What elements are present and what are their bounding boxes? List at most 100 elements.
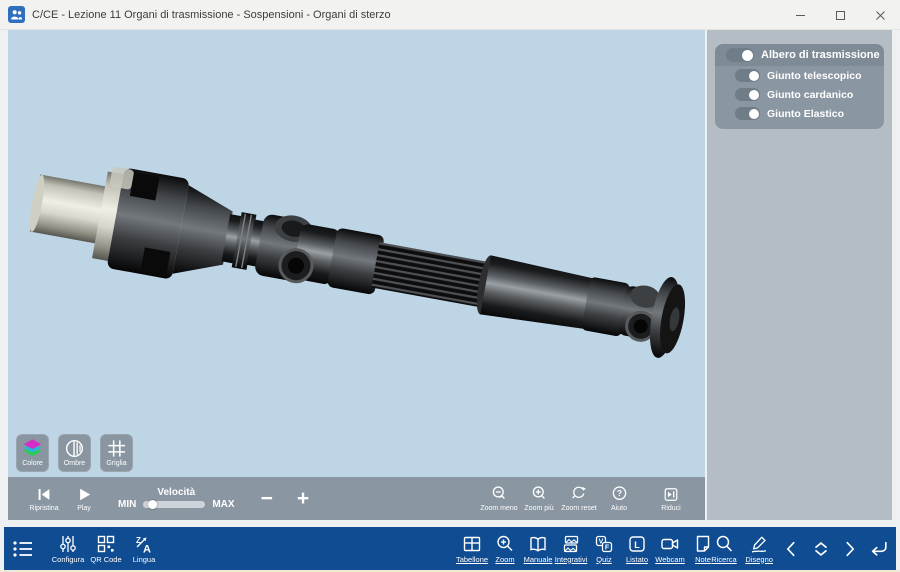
- zoom-reset-icon: [570, 485, 589, 503]
- layers-panel: Albero di trasmissione Giunto telescopic…: [715, 44, 884, 129]
- albero-di-trasmissione-toggle[interactable]: [726, 48, 754, 62]
- manual-label: Manuale: [524, 555, 553, 564]
- toolbar-right-group: Ricerca Disegno: [708, 527, 892, 570]
- play-button-label: Play: [77, 505, 91, 512]
- layers-color-icon: [20, 438, 45, 459]
- layer-row-giunto-cardanico[interactable]: Giunto cardanico: [715, 85, 884, 104]
- board-window-icon: [462, 534, 482, 554]
- speed-title: Velocità: [157, 487, 195, 498]
- quiz-button[interactable]: V F Quiz: [588, 534, 620, 564]
- extras-button[interactable]: Integrativi: [555, 534, 587, 564]
- restore-button[interactable]: Ripristina: [24, 486, 64, 512]
- color-button[interactable]: Colore: [16, 434, 49, 472]
- listing-icon: L: [627, 534, 647, 554]
- shadows-button-label: Ombre: [64, 460, 85, 467]
- layers-panel-header[interactable]: Albero di trasmissione: [715, 44, 884, 66]
- reduce-button[interactable]: Riduci: [653, 486, 689, 512]
- configure-label: Configura: [52, 555, 85, 564]
- previous-button[interactable]: [778, 527, 804, 570]
- speed-slider[interactable]: [143, 501, 205, 508]
- qr-code-label: QR Code: [90, 555, 121, 564]
- listing-button[interactable]: L Listato: [621, 534, 653, 564]
- collapse-toolbar-button[interactable]: [808, 527, 834, 570]
- menu-button[interactable]: [10, 527, 36, 570]
- webcam-label: Webcam: [655, 555, 684, 564]
- search-button[interactable]: Ricerca: [708, 534, 740, 564]
- zoom-reset-button[interactable]: Zoom reset: [561, 485, 597, 512]
- pen-drawing-icon: [749, 534, 769, 554]
- grid-icon: [105, 438, 128, 459]
- manual-button[interactable]: Manuale: [522, 534, 554, 564]
- qr-code-button[interactable]: QR Code: [90, 534, 122, 564]
- language-label: Lingua: [133, 555, 156, 564]
- sliders-icon: [58, 534, 78, 554]
- zoom-in-icon: [530, 485, 549, 503]
- zoom-out-label: Zoom meno: [480, 505, 517, 512]
- help-button-label: Aiuto: [611, 505, 627, 512]
- play-icon: [75, 486, 93, 503]
- toolbar-center-group: Tabellone Zoom Manuale: [456, 527, 719, 570]
- grid-button[interactable]: Griglia: [100, 434, 133, 472]
- zoom-out-button[interactable]: Zoom meno: [481, 485, 517, 512]
- color-button-label: Colore: [22, 460, 43, 467]
- search-icon: [714, 534, 734, 554]
- title-bar: C/CE - Lezione 11 Organi di trasmissione…: [0, 0, 900, 30]
- giunto-telescopico-toggle[interactable]: [735, 69, 760, 82]
- zoom-in-label: Zoom più: [524, 505, 553, 512]
- shadows-button[interactable]: Ombre: [58, 434, 91, 472]
- drawing-label: Disegno: [745, 555, 773, 564]
- zoom-reset-label: Zoom reset: [561, 505, 596, 512]
- webcam-icon: [660, 534, 680, 554]
- zoom-in-button[interactable]: Zoom più: [521, 485, 557, 512]
- language-button[interactable]: Z A Lingua: [128, 534, 160, 564]
- configure-button[interactable]: Configura: [52, 534, 84, 564]
- magnifier-plus-icon: [495, 534, 515, 554]
- open-book-icon: [528, 534, 548, 554]
- app-window: C/CE - Lezione 11 Organi di trasmissione…: [0, 0, 900, 572]
- next-button[interactable]: [837, 527, 863, 570]
- expand-vertical-icon: [811, 539, 831, 559]
- layer-row-giunto-telescopico[interactable]: Giunto telescopico: [715, 66, 884, 85]
- translate-icon: Z A: [134, 534, 154, 554]
- chevron-left-icon: [782, 539, 800, 559]
- svg-text:A: A: [143, 543, 151, 554]
- minimize-button[interactable]: [780, 0, 820, 30]
- maximize-button[interactable]: [820, 0, 860, 30]
- play-button[interactable]: Play: [64, 486, 104, 512]
- drawing-button[interactable]: Disegno: [743, 534, 775, 564]
- board-label: Tabellone: [456, 555, 488, 564]
- help-button[interactable]: ? Aiuto: [601, 485, 637, 512]
- toolbar-left-group: Configura QR Code Z A L: [10, 527, 160, 570]
- grid-button-label: Griglia: [106, 460, 126, 467]
- giunto-cardanico-toggle[interactable]: [735, 88, 760, 101]
- webcam-button[interactable]: Webcam: [654, 534, 686, 564]
- giunto-elastico-toggle[interactable]: [735, 107, 760, 120]
- board-button[interactable]: Tabellone: [456, 534, 488, 564]
- app-logo-icon: [8, 6, 25, 23]
- chevron-right-icon: [841, 539, 859, 559]
- layer-row-giunto-elastico[interactable]: Giunto Elastico: [715, 104, 884, 123]
- window-title: C/CE - Lezione 11 Organi di trasmissione…: [32, 9, 391, 21]
- close-button[interactable]: [860, 0, 900, 30]
- viewport-display-options: Colore Ombre Griglia: [16, 434, 133, 472]
- back-button[interactable]: [866, 527, 892, 570]
- giunto-telescopico-label: Giunto telescopico: [767, 70, 862, 82]
- shading-sphere-icon: [63, 438, 86, 459]
- extras-label: Integrativi: [555, 555, 588, 564]
- skip-to-start-icon: [35, 486, 53, 503]
- right-sidebar: Albero di trasmissione Giunto telescopic…: [707, 30, 892, 520]
- layers-panel-title: Albero di trasmissione: [761, 49, 880, 61]
- zoom-tool-button[interactable]: Zoom: [489, 534, 521, 564]
- 3d-viewport[interactable]: Colore Ombre Griglia: [8, 30, 705, 477]
- speed-slider-knob[interactable]: [148, 500, 157, 509]
- speed-max-label: MAX: [212, 499, 234, 510]
- giunto-cardanico-label: Giunto cardanico: [767, 89, 853, 101]
- speed-stepper: − +: [261, 489, 310, 509]
- main-toolbar: Configura QR Code Z A L: [4, 527, 896, 570]
- speed-increase-button[interactable]: +: [297, 489, 309, 509]
- zoom-tool-label: Zoom: [495, 555, 514, 564]
- svg-text:?: ?: [617, 489, 622, 498]
- list-menu-icon: [11, 538, 35, 560]
- svg-text:F: F: [605, 544, 610, 551]
- speed-decrease-button[interactable]: −: [261, 489, 273, 509]
